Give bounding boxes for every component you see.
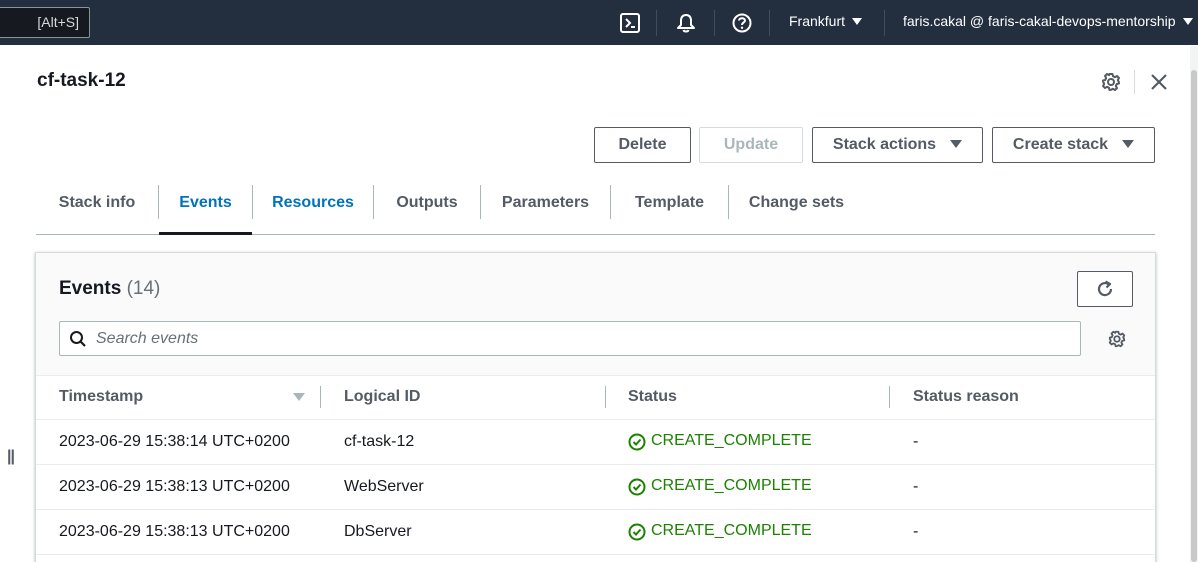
cell-status-reason: - [913, 433, 919, 450]
chevron-down-icon [1182, 18, 1193, 25]
close-icon[interactable] [1148, 71, 1170, 93]
status-text: CREATE_COMPLETE [651, 432, 812, 449]
search-shortcut[interactable]: [Alt+S] [0, 7, 90, 38]
top-navigation: [Alt+S] Frankfurt faris.cakal @ faris-ca… [0, 0, 1198, 45]
column-divider[interactable] [320, 386, 321, 408]
check-circle-icon [628, 478, 646, 496]
cell-status-reason: - [913, 478, 919, 495]
stack-actions-label: Stack actions [832, 136, 937, 153]
tab-parameters[interactable]: Parameters [481, 184, 610, 234]
cell-logical-id: DbServer [344, 523, 412, 540]
stack-tabs: Stack info Events Resources Outputs Para… [36, 184, 1155, 235]
chevron-down-icon [1122, 140, 1135, 148]
search-field [59, 321, 1081, 356]
update-button[interactable]: Update [699, 127, 803, 163]
region-selector[interactable]: Frankfurt [789, 13, 863, 29]
chevron-down-icon [950, 140, 963, 148]
cloudshell-icon[interactable] [619, 12, 641, 34]
search-input[interactable] [96, 322, 1056, 355]
cell-logical-id: WebServer [344, 478, 424, 495]
refresh-button[interactable] [1077, 271, 1133, 307]
header-divider [1134, 70, 1135, 94]
column-header-status-reason[interactable]: Status reason [913, 388, 1019, 406]
events-container: Events (14) Timestamp Logical ID [35, 252, 1156, 562]
create-stack-label: Create stack [1012, 136, 1109, 153]
refresh-icon [1097, 280, 1113, 297]
tab-template[interactable]: Template [611, 184, 728, 234]
status-text: CREATE_COMPLETE [651, 522, 812, 539]
nav-divider [714, 10, 715, 36]
events-heading: Events (14) [59, 278, 160, 300]
events-title: Events [59, 278, 122, 299]
account-label: faris.cakal @ faris-cakal-devops-mentors… [903, 13, 1176, 29]
chevron-down-icon [852, 18, 863, 25]
column-header-status[interactable]: Status [628, 388, 677, 406]
column-header-timestamp[interactable]: Timestamp [59, 388, 143, 406]
gear-icon[interactable] [1100, 71, 1122, 93]
table-row[interactable]: 2023-06-29 15:38:13 UTC+0200 DbServer CR… [36, 510, 1155, 555]
nav-divider [769, 10, 770, 36]
create-stack-button[interactable]: Create stack [992, 127, 1155, 163]
status-badge: CREATE_COMPLETE [628, 477, 812, 496]
events-count: (14) [126, 278, 161, 299]
delete-button[interactable]: Delete [594, 127, 691, 163]
check-circle-icon [628, 433, 646, 451]
page-title: cf-task-12 [37, 70, 126, 91]
table-row[interactable]: 2023-06-29 15:38:13 UTC+0200 WebServer C… [36, 465, 1155, 510]
tab-stack-info[interactable]: Stack info [36, 184, 158, 234]
preferences-gear-icon[interactable] [1107, 329, 1127, 349]
cell-status-reason: - [913, 523, 919, 540]
nav-divider [656, 10, 657, 36]
table-row[interactable]: 2023-06-29 15:38:14 UTC+0200 cf-task-12 … [36, 420, 1155, 465]
column-header-logical-id[interactable]: Logical ID [344, 388, 420, 406]
region-label: Frankfurt [789, 13, 846, 29]
check-circle-icon [628, 523, 646, 541]
status-badge: CREATE_COMPLETE [628, 522, 812, 541]
column-divider[interactable] [889, 386, 890, 408]
help-icon[interactable] [731, 12, 753, 34]
nav-divider [884, 10, 885, 36]
tab-events[interactable]: Events [159, 184, 252, 235]
status-badge: CREATE_COMPLETE [628, 432, 812, 451]
tab-change-sets[interactable]: Change sets [729, 184, 864, 234]
sort-descending-icon[interactable] [293, 393, 305, 401]
column-divider[interactable] [605, 386, 606, 408]
account-menu[interactable]: faris.cakal @ faris-cakal-devops-mentors… [903, 13, 1193, 29]
cell-logical-id: cf-task-12 [344, 433, 415, 450]
events-header: Events (14) [36, 253, 1155, 376]
status-text: CREATE_COMPLETE [651, 477, 812, 494]
cell-timestamp: 2023-06-29 15:38:14 UTC+0200 [59, 433, 290, 450]
cell-timestamp: 2023-06-29 15:38:13 UTC+0200 [59, 478, 290, 495]
tab-outputs[interactable]: Outputs [374, 184, 480, 234]
tab-resources[interactable]: Resources [253, 184, 373, 234]
search-icon [70, 331, 86, 347]
stack-actions-button[interactable]: Stack actions [812, 127, 983, 163]
bell-icon[interactable] [675, 12, 697, 34]
scrollbar-thumb[interactable] [1191, 70, 1197, 562]
panel-resize-handle[interactable]: || [7, 448, 15, 466]
cell-timestamp: 2023-06-29 15:38:13 UTC+0200 [59, 523, 290, 540]
